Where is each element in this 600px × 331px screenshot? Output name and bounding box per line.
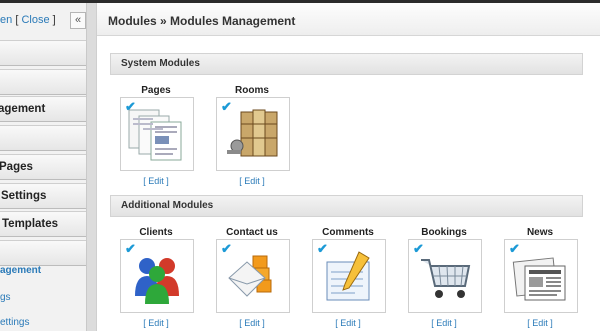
edit-link[interactable]: [ Edit ] [407, 318, 481, 328]
module-name: Bookings [421, 227, 467, 238]
module-name: Contact us [226, 227, 278, 238]
module-name: Comments [322, 227, 374, 238]
sidebar: en [ Close ] « agement Pages Settings Te… [0, 3, 87, 331]
module-name: News [526, 227, 554, 238]
module-tile[interactable]: ✔ [504, 239, 578, 313]
edit-link[interactable]: [ Edit ] [311, 318, 385, 328]
sidebar-top: en [ Close ] « [0, 9, 86, 31]
module-name: Clients [139, 227, 173, 238]
module-pages: Pages ✔ [ Edit ] [119, 85, 194, 186]
sidebar-item-8[interactable] [0, 240, 86, 266]
main-header: Modules » Modules Management [97, 3, 600, 36]
contact-us-icon [228, 255, 272, 297]
module-tile[interactable]: ✔ [216, 239, 290, 313]
module-contact-us: Contact us ✔ [ Edit ] [215, 227, 290, 328]
main-panel: Modules » Modules Management System Modu… [96, 3, 600, 331]
sidebar-item-templates[interactable]: Templates [0, 211, 86, 237]
module-tile[interactable]: ✔ [120, 239, 194, 313]
sidebar-item-2[interactable] [0, 69, 86, 95]
newspaper-icon [512, 257, 566, 301]
pages-icon [128, 109, 182, 161]
system-modules-header: System Modules [110, 53, 583, 75]
additional-modules-header: Additional Modules [110, 195, 583, 217]
sidebar-item-pages[interactable]: Pages [0, 154, 86, 180]
module-tile[interactable]: ✔ [216, 97, 290, 171]
close-link[interactable]: Close [21, 14, 49, 26]
edit-link[interactable]: [ Edit ] [215, 176, 289, 186]
comments-icon [326, 251, 370, 301]
sidebar-item-1[interactable] [0, 40, 86, 66]
edit-link[interactable]: [ Edit ] [215, 318, 289, 328]
module-tile[interactable]: ✔ [408, 239, 482, 313]
sidebar-item-4[interactable] [0, 125, 86, 151]
module-name: Rooms [235, 85, 269, 96]
module-clients: Clients ✔ [ Edit ] [119, 227, 194, 328]
clients-icon [135, 258, 179, 304]
module-bookings: Bookings ✔ [ Edit ] [407, 227, 482, 328]
module-tile[interactable]: ✔ [312, 239, 386, 313]
edit-link[interactable]: [ Edit ] [503, 318, 577, 328]
edit-link[interactable]: [ Edit ] [119, 318, 193, 328]
collapse-sidebar-button[interactable]: « [70, 12, 86, 29]
sidebar-item-management[interactable]: agement [0, 96, 86, 122]
rooms-icon [227, 109, 278, 157]
page-title: Modules » Modules Management [108, 14, 296, 28]
module-rooms: Rooms ✔ [ Edit ] [215, 85, 290, 186]
edit-link[interactable]: [ Edit ] [119, 176, 193, 186]
open-link[interactable]: en [0, 14, 12, 26]
sidebar-link-management[interactable]: agement [0, 265, 41, 276]
sidebar-item-settings[interactable]: Settings [0, 183, 86, 209]
module-comments: Comments ✔ [ Edit ] [311, 227, 386, 328]
sidebar-link-settings-1[interactable]: gs [0, 292, 11, 303]
module-name: Pages [141, 85, 171, 96]
module-tile[interactable]: ✔ [120, 97, 194, 171]
sidebar-open-close: en [ Close ] [0, 14, 56, 26]
shopping-cart-icon [421, 259, 471, 298]
module-news: News ✔ [ Edit ] [503, 227, 578, 328]
sidebar-link-settings-2[interactable]: ettings [0, 317, 29, 328]
